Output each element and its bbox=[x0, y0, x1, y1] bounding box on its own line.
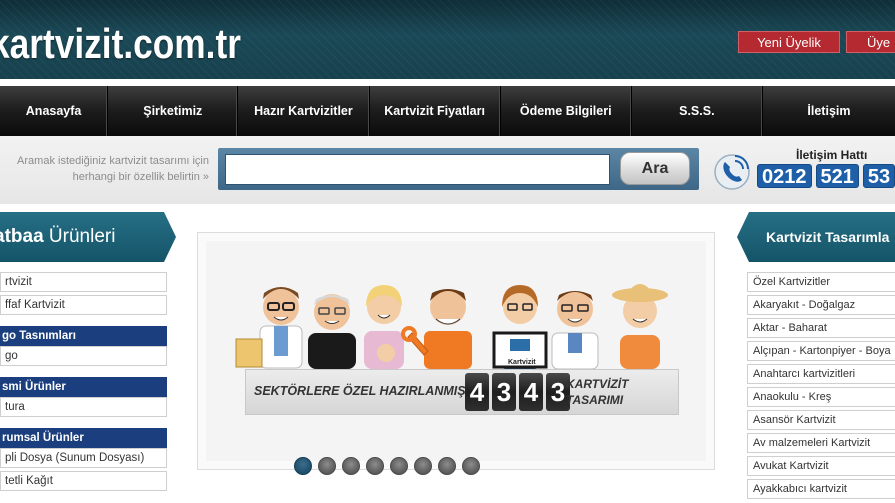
left-category-link[interactable]: tetli Kağıt bbox=[0, 471, 167, 491]
phone-part: 53 bbox=[862, 164, 895, 188]
slider-dot[interactable] bbox=[390, 457, 408, 475]
left-section-header: atbaa Ürünleri bbox=[0, 212, 176, 262]
right-category-link[interactable]: Ayakkabıcı kartvizit bbox=[747, 479, 895, 499]
main-nav: Anasayfa Şirketimiz Hazır Kartvizitler Kart… bbox=[0, 86, 895, 136]
right-category-link[interactable]: Asansör Kartvizit bbox=[747, 410, 895, 430]
nav-item[interactable]: Ödeme Bilgileri bbox=[501, 86, 632, 136]
nav-item[interactable]: Şirketimiz bbox=[108, 86, 239, 136]
right-category-link[interactable]: Anaokulu - Kreş bbox=[747, 387, 895, 407]
search-box: Ara bbox=[218, 148, 699, 190]
image-slider[interactable]: SEKTÖRLERE ÖZEL HAZIRLANMIŞ 4343 KARTVİZ… bbox=[197, 232, 715, 470]
character-mother bbox=[364, 285, 404, 369]
design-counter: 4343 bbox=[465, 373, 570, 411]
character-doctor bbox=[235, 287, 303, 369]
right-category-link[interactable]: Anahtarcı kartvizitleri bbox=[747, 364, 895, 384]
site-logo[interactable]: kartvizit.com.tr bbox=[0, 20, 241, 68]
search-hint-line-2: herhangi bir özellik belirtin » bbox=[72, 171, 209, 183]
left-group-header[interactable]: smi Ürünler bbox=[0, 377, 167, 397]
counter-digit: 4 bbox=[519, 373, 543, 411]
nav-item[interactable]: Hazır Kartvizitler bbox=[238, 86, 370, 136]
characters-illustration bbox=[235, 284, 668, 370]
right-category-link[interactable]: Özel Kartvizitler bbox=[747, 272, 895, 292]
nav-item[interactable]: S.S.S. bbox=[632, 86, 763, 136]
header-divider bbox=[0, 79, 895, 86]
left-category-link[interactable]: rtvizit bbox=[0, 272, 167, 292]
left-title-bold: atbaa bbox=[0, 226, 44, 247]
counter-digit: 4 bbox=[465, 373, 489, 411]
right-section-header: Kartvizit Tasarımla bbox=[737, 212, 895, 262]
search-button[interactable]: Ara bbox=[620, 152, 690, 185]
banner-right-line-1: KARTVİZİT bbox=[566, 377, 629, 391]
character-engineer bbox=[551, 291, 599, 370]
left-category-link[interactable]: ffaf Kartvizit bbox=[0, 295, 167, 315]
counter-digit: 3 bbox=[492, 373, 516, 411]
left-group-header[interactable]: rumsal Ürünler bbox=[0, 428, 167, 448]
left-section-title: atbaa Ürünleri bbox=[0, 212, 115, 262]
character-mechanic bbox=[401, 289, 472, 369]
banner-right-line-2: TASARIMI bbox=[566, 393, 624, 407]
slider-pagination bbox=[294, 457, 480, 475]
right-category-link[interactable]: Akaryakıt - Doğalgaz bbox=[747, 295, 895, 315]
slider-dot[interactable] bbox=[414, 457, 432, 475]
right-category-link[interactable]: Avukat Kartvizit bbox=[747, 456, 895, 476]
left-category-link[interactable]: pli Dosya (Sunum Dosyası) bbox=[0, 448, 167, 468]
nav-item[interactable]: Kartvizit Fiyatları bbox=[370, 86, 501, 136]
slider-dot[interactable] bbox=[462, 457, 480, 475]
phone-part: 521 bbox=[815, 164, 859, 188]
register-button[interactable]: Yeni Üyelik bbox=[738, 31, 840, 53]
phone-part: 0212 bbox=[757, 164, 812, 188]
site-header: kartvizit.com.tr Yeni Üyelik Üye bbox=[0, 0, 895, 79]
nav-item[interactable]: İletişim bbox=[763, 86, 895, 136]
left-title-rest: Ürünleri bbox=[43, 226, 116, 247]
right-category-link[interactable]: Aktar - Baharat bbox=[747, 318, 895, 338]
nav-item[interactable]: Anasayfa bbox=[0, 86, 109, 136]
slider-dot[interactable] bbox=[366, 457, 384, 475]
right-category-list: Özel Kartvizitler Akaryakıt - Doğalgaz Akt… bbox=[747, 272, 895, 502]
member-button[interactable]: Üye bbox=[846, 31, 895, 53]
left-category-link[interactable]: go bbox=[0, 346, 167, 366]
slider-dot[interactable] bbox=[294, 457, 312, 475]
banner-bar: SEKTÖRLERE ÖZEL HAZIRLANMIŞ 4343 KARTVİZ… bbox=[245, 369, 679, 415]
slider-dot[interactable] bbox=[438, 457, 456, 475]
contact-label: İletişim Hattı bbox=[796, 148, 868, 162]
left-category-link[interactable]: tura bbox=[0, 397, 167, 417]
banner-right-text: KARTVİZİT TASARIMI bbox=[566, 376, 628, 408]
laptop-label: Kartvizit bbox=[508, 359, 536, 366]
character-designer bbox=[492, 285, 548, 369]
left-group-header[interactable]: go Tasnımları bbox=[0, 326, 167, 346]
slider-dot[interactable] bbox=[342, 457, 360, 475]
search-input[interactable] bbox=[225, 154, 610, 185]
character-farmer bbox=[612, 284, 668, 369]
character-elder bbox=[308, 294, 356, 369]
banner-left-text: SEKTÖRLERE ÖZEL HAZIRLANMIŞ bbox=[254, 384, 466, 398]
phone-icon bbox=[714, 154, 750, 190]
search-hint-line-1: Aramak istediğiniz kartvizit tasarımı iç… bbox=[17, 155, 209, 167]
phone-number: 0212521539 bbox=[757, 164, 895, 188]
right-section-title: Kartvizit Tasarımla bbox=[766, 229, 890, 245]
right-category-link[interactable]: Av malzemeleri Kartvizit bbox=[747, 433, 895, 453]
slider-dot[interactable] bbox=[318, 457, 336, 475]
left-category-list: rtvizit ffaf Kartvizit go Tasnımları go smi … bbox=[0, 272, 167, 494]
slide-banner: SEKTÖRLERE ÖZEL HAZIRLANMIŞ 4343 KARTVİZ… bbox=[206, 241, 706, 461]
search-hint: Aramak istediğiniz kartvizit tasarımı iç… bbox=[0, 153, 209, 185]
right-category-link[interactable]: Alçıpan - Kartonpiyer - Boya bbox=[747, 341, 895, 361]
